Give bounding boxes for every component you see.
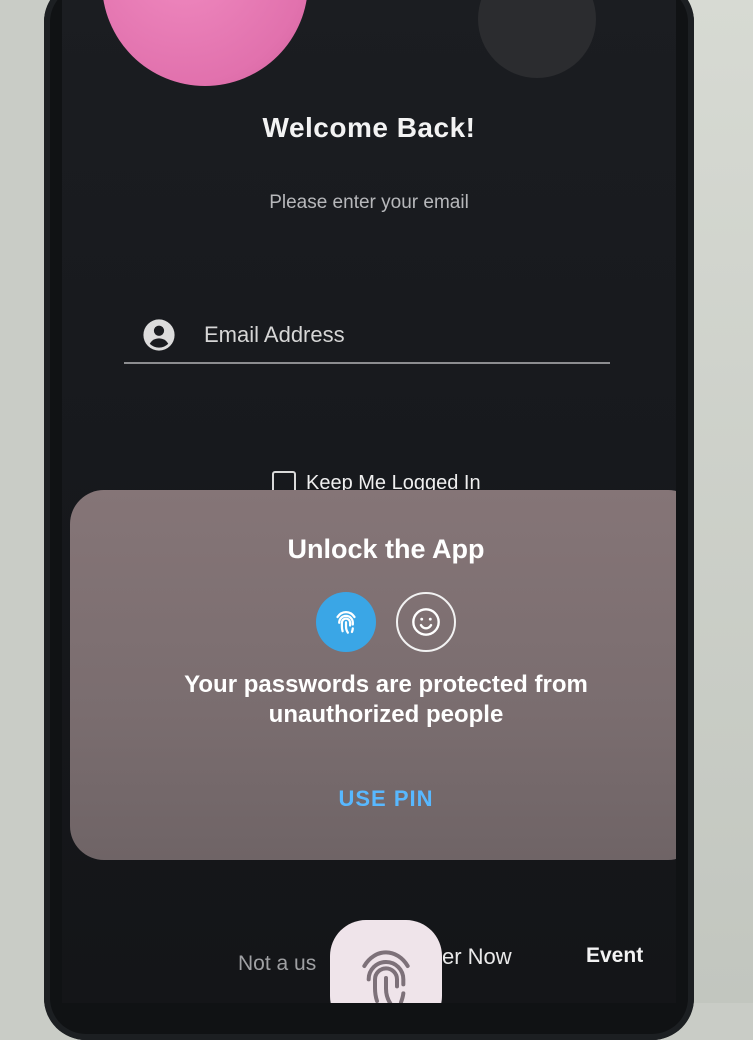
sheet-message: Your passwords are protected from unauth… [184, 671, 588, 728]
face-icon [412, 608, 440, 636]
fingerprint-option-button[interactable] [316, 592, 376, 652]
fingerprint-icon [362, 950, 410, 1003]
account-circle-icon [143, 319, 175, 351]
fingerprint-sensor-overlay[interactable] [330, 920, 442, 1003]
sheet-title: Unlock the App [287, 534, 485, 564]
email-field[interactable] [124, 310, 610, 364]
decorative-pink-circle [102, 0, 308, 86]
fingerprint-icon [336, 610, 356, 634]
biometric-options [70, 592, 676, 652]
face-option-button[interactable] [396, 592, 456, 652]
page-subtitle: Please enter your email [269, 192, 469, 213]
email-input[interactable] [202, 314, 586, 356]
register-now-link[interactable]: er Now [442, 944, 512, 970]
event-link[interactable]: Event [586, 944, 643, 968]
not-a-user-text: Not a us [238, 952, 317, 975]
app-screen: Welcome Back! Please enter your email Ke… [62, 0, 676, 1003]
decorative-dark-circle [478, 0, 596, 78]
use-pin-button[interactable]: USE PIN [70, 786, 676, 812]
page-title: Welcome Back! [262, 112, 476, 143]
biometric-unlock-sheet: Unlock the App Your passwords are protec… [70, 490, 676, 860]
